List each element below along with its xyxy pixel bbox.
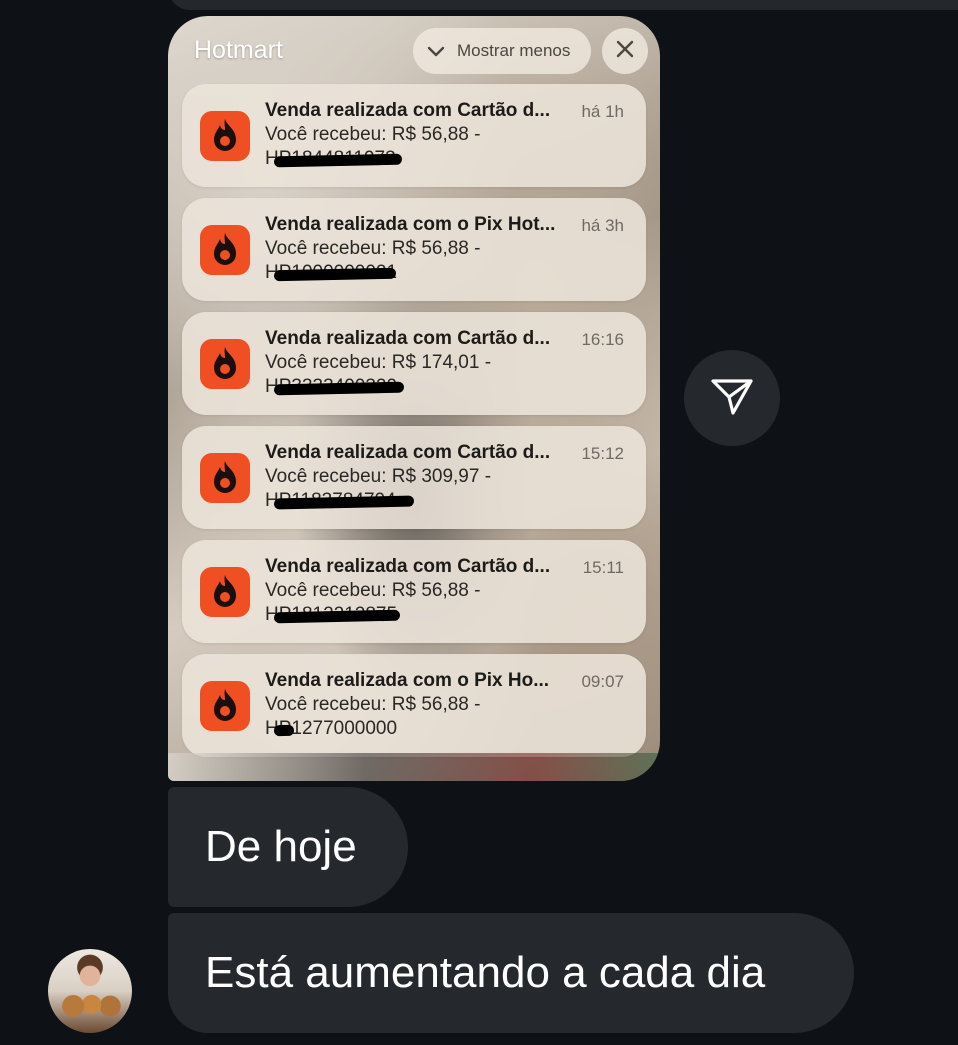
notification-group-title: Hotmart <box>194 36 283 64</box>
notification-time: há 3h <box>581 216 624 235</box>
notification-body: Você recebeu: R$ 56,88 - <box>265 238 481 259</box>
previous-message-bubble <box>168 0 958 10</box>
send-icon <box>709 373 755 424</box>
notification-title: Venda realizada com Cartão d... <box>265 556 551 577</box>
notification-title: Venda realizada com o Pix Ho... <box>265 670 550 691</box>
share-button[interactable] <box>684 350 780 446</box>
show-less-button[interactable]: Mostrar menos <box>413 28 591 74</box>
avatar[interactable] <box>48 949 132 1033</box>
notification-body: Você recebeu: R$ 56,88 - <box>265 694 481 715</box>
close-button[interactable] <box>602 28 648 74</box>
notification-title: Venda realizada com o Pix Hot... <box>265 214 556 235</box>
notification-body: Você recebeu: R$ 56,88 - <box>265 124 481 145</box>
hotmart-flame-icon <box>200 111 250 161</box>
notification-title: Venda realizada com Cartão d... <box>265 328 551 349</box>
message-bubble[interactable]: Está aumentando a cada dia <box>168 913 854 1033</box>
hotmart-flame-icon <box>200 681 250 731</box>
chevron-down-icon <box>425 40 447 62</box>
notification-time: 15:12 <box>581 444 624 463</box>
notification-body: Você recebeu: R$ 56,88 - <box>265 580 481 601</box>
notification-time: há 1h <box>581 102 624 121</box>
notification-item[interactable]: Venda realizada com Cartão d... há 1h Vo… <box>182 84 646 187</box>
message-bubble[interactable]: De hoje <box>168 787 408 907</box>
notification-time: 15:11 <box>582 558 624 577</box>
hotmart-flame-icon <box>200 225 250 275</box>
redaction-scribble <box>273 724 295 737</box>
notification-title: Venda realizada com Cartão d... <box>265 442 551 463</box>
notification-time: 09:07 <box>581 672 624 691</box>
notification-body: Você recebeu: R$ 309,97 - <box>265 466 492 487</box>
notification-item[interactable]: Venda realizada com o Pix Ho... 09:07 Vo… <box>182 654 646 757</box>
notification-item[interactable]: Venda realizada com Cartão d... 16:16 Vo… <box>182 312 646 415</box>
show-less-label: Mostrar menos <box>457 41 571 60</box>
notification-item[interactable]: Venda realizada com Cartão d... 15:12 Vo… <box>182 426 646 529</box>
notification-item[interactable]: Venda realizada com Cartão d... 15:11 Vo… <box>182 540 646 643</box>
close-icon <box>616 40 634 63</box>
notification-time: 16:16 <box>581 330 624 349</box>
notification-title: Venda realizada com Cartão d... <box>265 100 551 121</box>
notification-item[interactable]: Venda realizada com o Pix Hot... há 3h V… <box>182 198 646 301</box>
hotmart-flame-icon <box>200 339 250 389</box>
hotmart-flame-icon <box>200 453 250 503</box>
message-text: Está aumentando a cada dia <box>205 948 766 997</box>
message-text: De hoje <box>205 822 357 871</box>
shared-screenshot-image[interactable]: Hotmart Mostrar menos Venda realizada co… <box>168 16 660 781</box>
hotmart-flame-icon <box>200 567 250 617</box>
notification-body: Você recebeu: R$ 174,01 - <box>265 352 492 373</box>
